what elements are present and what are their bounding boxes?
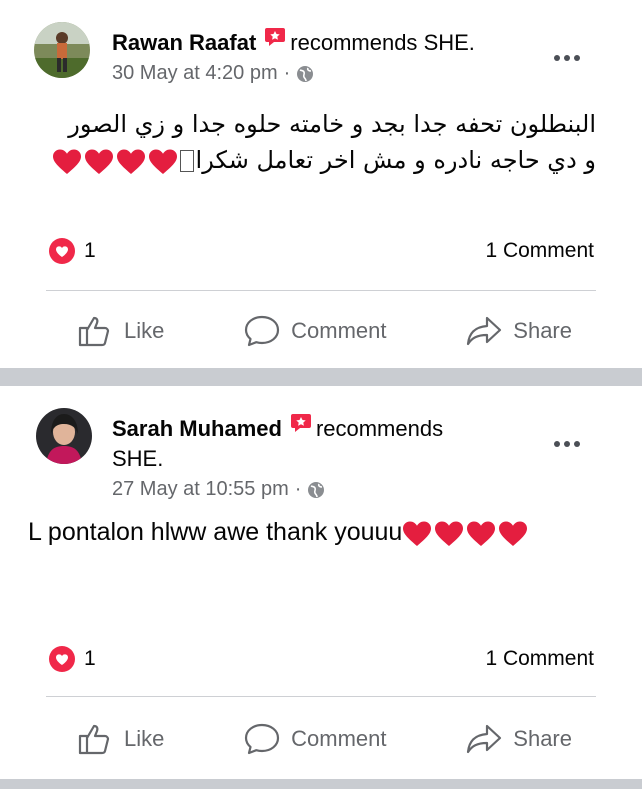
share-button[interactable]: Share — [465, 722, 572, 756]
comment-button[interactable]: Comment — [243, 314, 387, 348]
post-text-line: البنطلون تحفه جدا بجد و خامته حلوه جدا و… — [68, 110, 596, 138]
more-options-icon[interactable] — [554, 55, 580, 61]
heart-icon — [403, 521, 432, 546]
more-options-icon[interactable] — [554, 441, 580, 447]
comment-icon — [245, 723, 280, 755]
share-icon — [467, 316, 502, 346]
share-label: Share — [513, 726, 572, 751]
post-card: Rawan Raafat recommends SHE. 30 May at 4… — [0, 0, 642, 368]
globe-icon — [296, 65, 314, 83]
page-name[interactable]: SHE. — [112, 446, 163, 472]
like-button[interactable]: Like — [76, 314, 164, 348]
heart-icon — [499, 521, 528, 546]
like-label: Like — [124, 318, 165, 343]
heart-icon — [467, 521, 496, 546]
reactions-bar: 1 1 Comment — [48, 645, 594, 673]
hearts-emoji — [402, 520, 528, 547]
reaction-count: 1 — [84, 239, 96, 262]
post-text-line: و دي حاجه نادره و مش اخر تعامل شكرا — [195, 146, 596, 174]
thumbs-up-icon — [78, 724, 110, 755]
divider — [46, 290, 596, 291]
globe-icon — [307, 481, 325, 499]
avatar[interactable] — [36, 408, 92, 464]
reaction-summary[interactable]: 1 — [48, 237, 96, 265]
post-text: L pontalon hlww awe thank youuu — [28, 514, 602, 550]
comment-button[interactable]: Comment — [243, 722, 387, 756]
recommend-icon — [290, 413, 312, 433]
post-card: Sarah Muhamed recommends SHE. 27 May at … — [0, 386, 642, 779]
author-name[interactable]: Rawan Raafat — [112, 30, 256, 56]
share-label: Share — [513, 318, 572, 343]
like-button[interactable]: Like — [76, 722, 164, 756]
post-header: Rawan Raafat recommends SHE. — [112, 27, 475, 56]
timestamp[interactable]: 27 May at 10:55 pm — [112, 478, 289, 501]
divider — [46, 696, 596, 697]
share-button[interactable]: Share — [465, 314, 572, 348]
heart-icon — [52, 149, 81, 174]
post-text: البنطلون تحفه جدا بجد و خامته حلوه جدا و… — [30, 106, 596, 178]
timestamp[interactable]: 30 May at 4:20 pm — [112, 62, 278, 85]
post-meta: 30 May at 4:20 pm · — [112, 62, 314, 85]
heart-icon — [84, 149, 113, 174]
post-text-content: L pontalon hlww awe thank youuu — [28, 518, 403, 546]
action-bar: Like Comment Share — [76, 722, 572, 756]
action-bar: Like Comment Share — [76, 314, 572, 348]
post-separator — [0, 368, 642, 386]
unknown-glyph — [179, 150, 194, 172]
reaction-count: 1 — [84, 647, 96, 670]
comment-count[interactable]: 1 Comment — [485, 239, 594, 263]
love-reaction-icon — [49, 646, 75, 672]
comment-label: Comment — [291, 726, 387, 751]
heart-icon — [116, 149, 145, 174]
comment-count[interactable]: 1 Comment — [485, 647, 594, 671]
reactions-bar: 1 1 Comment — [48, 237, 594, 265]
post-separator — [0, 779, 642, 789]
avatar[interactable] — [34, 22, 90, 78]
recommend-icon — [264, 27, 286, 47]
love-reaction-icon — [49, 238, 75, 264]
heart-icon — [148, 149, 177, 174]
comment-label: Comment — [291, 318, 387, 343]
post-header: Sarah Muhamed recommends — [112, 413, 444, 442]
page-name[interactable]: SHE. — [424, 30, 475, 56]
recommend-verb: recommends — [315, 416, 444, 441]
share-icon — [467, 724, 502, 754]
recommend-verb: recommends — [290, 30, 418, 55]
reaction-summary[interactable]: 1 — [48, 645, 96, 673]
thumbs-up-icon — [78, 316, 110, 347]
author-name[interactable]: Sarah Muhamed — [112, 416, 282, 442]
comment-icon — [245, 315, 280, 347]
post-meta: 27 May at 10:55 pm · — [112, 478, 325, 501]
heart-icon — [435, 521, 464, 546]
like-label: Like — [124, 726, 165, 751]
hearts-emoji — [52, 148, 178, 175]
